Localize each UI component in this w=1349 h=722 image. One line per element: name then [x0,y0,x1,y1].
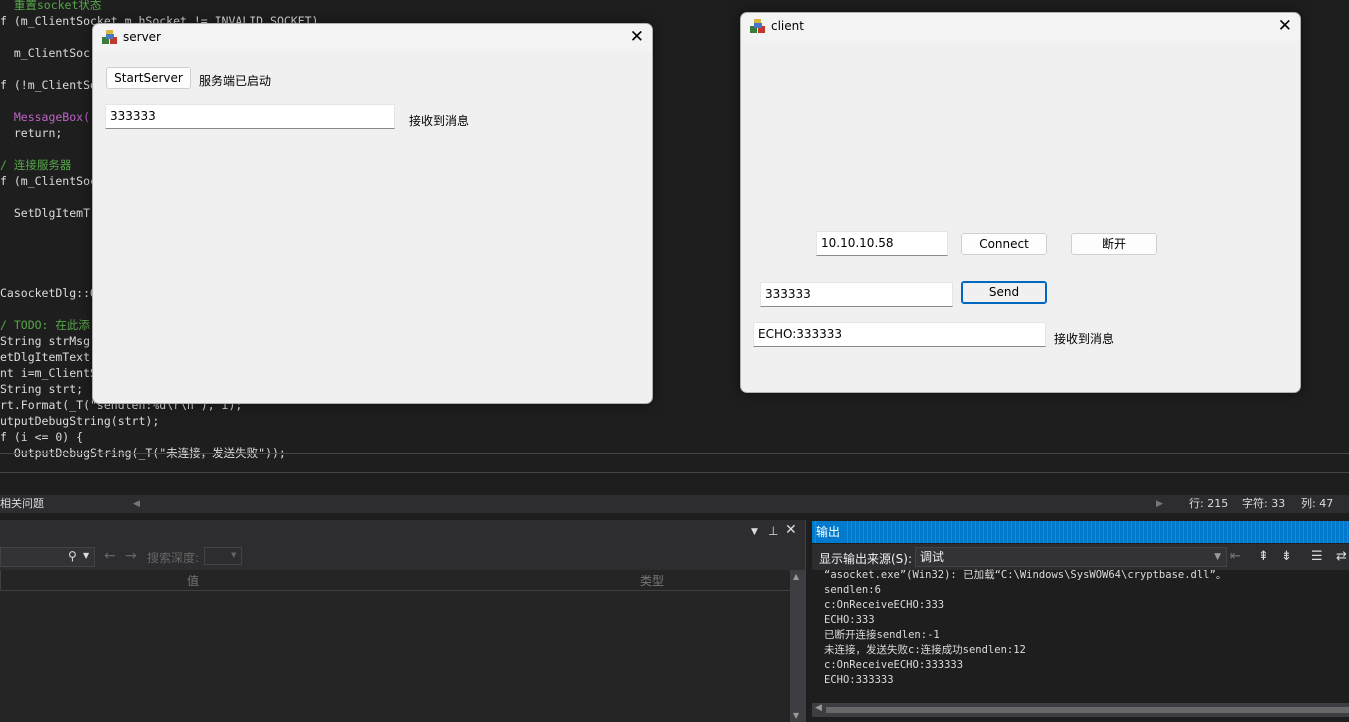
send-message-field[interactable]: 333333 [760,282,953,307]
close-icon[interactable]: ✕ [785,522,797,538]
code-line: MessageBox( [0,110,91,124]
code-line: String strt; [0,382,84,396]
scrollbar-thumb[interactable] [826,707,1349,713]
watch-titlebar: ▼ ⊥ ✕ [0,520,805,544]
server-received-label: 接收到消息 [409,114,470,128]
client-titlebar[interactable]: client ✕ [741,13,1300,41]
received-message-field[interactable]: ECHO:333333 [753,322,1046,347]
code-line: return; [0,126,63,140]
app-icon [102,30,118,46]
code-line: CasocketDlg::O [0,286,97,300]
scroll-up-icon[interactable]: ▲ [793,572,799,581]
watch-search-input[interactable]: ⚲ ▼ [0,547,95,567]
code-line: / TODO: 在此添 [0,318,90,332]
output-source-select[interactable]: 调试 ▼ [915,547,1227,567]
ip-address-field[interactable]: 10.10.10.58 [816,231,948,256]
output-panel: 输出 显示输出来源(S): 调试 ▼ ⇤ ⇞ ⇟ ☰ ⇄ “asocket.ex… [812,520,1349,722]
char-indicator: 字符: 33 [1242,497,1286,510]
client-title: client [771,19,804,33]
output-line: ECHO:333333 [824,674,894,686]
word-wrap-icon[interactable]: ⇄ [1336,549,1347,564]
server-titlebar[interactable]: server ✕ [93,24,652,52]
output-titlebar: 输出 [812,521,1349,543]
forward-arrow-icon[interactable]: → [125,548,137,564]
disconnect-button[interactable]: 断开 [1071,233,1157,255]
server-title: server [123,30,161,44]
code-line: 重置socket状态 [0,0,102,12]
close-icon[interactable]: ✕ [630,27,644,47]
current-line-highlight [0,453,1349,473]
watch-toolbar: ⚲ ▼ ← → 搜索深度: ▼ [0,544,805,570]
search-depth-label: 搜索深度: [147,551,200,565]
next-message-icon[interactable]: ⇟ [1281,549,1292,564]
server-dialog: server ✕ StartServer 服务端已启动 333333 接收到消息 [92,23,653,404]
clear-all-icon[interactable]: ☰ [1311,549,1323,564]
search-depth-select[interactable]: ▼ [204,547,242,565]
send-button[interactable]: Send [961,281,1047,304]
server-status-text: 服务端已启动 [199,74,272,88]
server-message-field[interactable]: 333333 [105,104,395,129]
scroll-down-icon[interactable]: ▼ [793,711,799,720]
app-icon [750,19,766,35]
col-indicator: 列: 47 [1301,497,1334,510]
code-line: m_ClientSoc [0,46,91,60]
scroll-left-icon[interactable]: ◀ [133,495,140,513]
code-line: f (i <= 0) { [0,430,84,444]
output-line: sendlen:6 [824,584,881,596]
code-line: f (m_ClientSoc [0,174,97,188]
chevron-down-icon: ▼ [1214,552,1221,562]
start-server-button[interactable]: StartServer [106,67,191,89]
output-text-area[interactable]: “asocket.exe”(Win32): 已加载“C:\Windows\Sys… [824,568,1344,688]
previous-message-icon[interactable]: ⇞ [1258,549,1269,564]
close-icon[interactable]: ✕ [1278,16,1292,36]
output-source-label: 显示输出来源(S): [819,552,913,566]
output-horizontal-scrollbar[interactable]: ◀ [812,703,1349,717]
scroll-right-icon[interactable]: ▶ [1156,495,1163,513]
output-line: ECHO:333 [824,614,875,626]
back-arrow-icon[interactable]: ← [104,548,116,564]
problems-label: 相关问题 [0,497,44,510]
code-line: etDlgItemText( [0,350,97,364]
line-indicator: 行: 215 [1189,497,1229,510]
code-line: SetDlgItemT [0,206,91,220]
connect-button[interactable]: Connect [961,233,1047,255]
output-line: 未连接，发送失败c:连接成功sendlen:12 [824,644,1026,656]
client-dialog: client ✕ 10.10.10.58 Connect 断开 333333 S… [740,12,1301,393]
search-icon[interactable]: ⚲ [68,549,77,563]
chevron-down-icon[interactable]: ▼ [83,551,89,560]
code-line: f (!m_ClientSo [0,78,97,92]
dropdown-icon[interactable]: ▼ [751,527,758,537]
scroll-left-icon[interactable]: ◀ [815,703,822,713]
column-divider[interactable] [0,570,1,590]
watch-panel: ▼ ⊥ ✕ ⚲ ▼ ← → 搜索深度: ▼ 值 类型 ▲ ▼ [0,520,806,722]
output-line: “asocket.exe”(Win32): 已加载“C:\Windows\Sys… [824,569,1227,581]
watch-vertical-scrollbar[interactable]: ▲ ▼ [790,570,805,722]
editor-status-bar: 相关问题 ◀ ▶ 行: 215 字符: 33 列: 47 [0,495,1349,513]
code-line: nt i=m_ClientS [0,366,97,380]
output-line: 已断开连接sendlen:-1 [824,629,940,641]
output-toolbar: 显示输出来源(S): 调试 ▼ ⇤ ⇞ ⇟ ☰ ⇄ [812,544,1349,570]
output-line: c:OnReceiveECHO:333 [824,599,945,611]
code-line: String strMsg; [0,334,97,348]
pin-icon[interactable]: ⊥ [768,524,778,538]
type-column-header[interactable]: 类型 [640,572,664,589]
value-column-header[interactable]: 值 [187,572,199,589]
output-title: 输出 [816,521,845,543]
code-line: / 连接服务器 [0,158,72,172]
code-line: utputDebugString(strt); [0,414,160,428]
watch-column-header: 值 类型 [0,570,790,591]
output-line: c:OnReceiveECHO:333333 [824,659,964,671]
output-source-value: 调试 [920,550,945,564]
find-message-icon[interactable]: ⇤ [1230,549,1241,564]
chevron-down-icon: ▼ [231,551,237,559]
client-received-label: 接收到消息 [1054,332,1115,346]
